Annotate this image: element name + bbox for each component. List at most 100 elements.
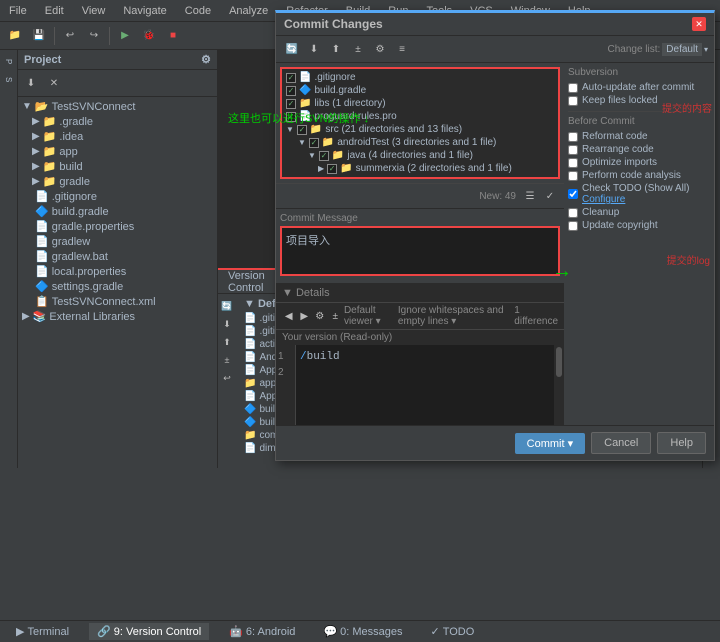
dialog-file-tree: ✓ 📄 .gitignore ✓ 🔷 build.gradle ✓ 📁 libs…: [280, 67, 560, 179]
dialog-settings-btn[interactable]: ⚙: [370, 39, 390, 59]
line-numbers: 1 2: [276, 345, 296, 425]
auto-update-checkbox[interactable]: [568, 83, 578, 93]
check-todo-label: Check TODO (Show All) Configure: [582, 183, 710, 205]
reformat-checkbox[interactable]: [568, 132, 578, 142]
df-libs-label: libs (1 directory): [314, 98, 385, 109]
dialog-left-section: ✓ 📄 .gitignore ✓ 🔷 build.gradle ✓ 📁 libs…: [276, 63, 564, 425]
option-copyright[interactable]: Update copyright: [568, 219, 710, 232]
dialog-footer: Commit ▾ Cancel Help: [276, 425, 714, 460]
option-optimize[interactable]: Optimize imports: [568, 156, 710, 169]
dialog-diff-btn[interactable]: ±: [348, 39, 368, 59]
df-androidtest-check[interactable]: ✓: [309, 138, 319, 148]
details-viewer-label[interactable]: Default viewer ▾: [344, 305, 392, 327]
df-gitignore-icon: 📄: [299, 72, 311, 83]
df-build-gradle-check[interactable]: ✓: [286, 86, 296, 96]
cleanup-label: Cleanup: [582, 207, 619, 218]
perform-analysis-checkbox[interactable]: [568, 171, 578, 181]
option-cleanup[interactable]: Cleanup: [568, 206, 710, 219]
df-androidtest-arrow: ▼: [298, 138, 306, 147]
commit-button[interactable]: Commit ▾: [515, 433, 585, 454]
code-slash: /: [300, 351, 307, 363]
df-src[interactable]: ▼ ✓ 📁 src (21 directories and 13 files): [282, 123, 558, 136]
diff-scrollbar-thumb: [556, 347, 562, 377]
new-count-label: New: 49: [479, 191, 520, 202]
commit-message-area: Commit Message: [276, 208, 564, 283]
df-proguard-label: proguard-rules.pro: [314, 111, 396, 122]
details-settings-btn[interactable]: ⚙: [313, 306, 326, 326]
dialog-sort-btn[interactable]: ≡: [392, 39, 412, 59]
dialog-overlay: Commit Changes ✕ 🔄 ⬇ ⬆ ± ⚙ ≡ Change list…: [0, 0, 720, 642]
df-summerxia-check[interactable]: ✓: [327, 164, 337, 174]
commit-dialog: Commit Changes ✕ 🔄 ⬇ ⬆ ± ⚙ ≡ Change list…: [275, 10, 715, 461]
change-list-value[interactable]: Default: [662, 43, 702, 56]
dialog-collapse-btn[interactable]: ⬆: [326, 39, 346, 59]
rearrange-label: Rearrange code: [582, 144, 654, 155]
details-content: 1 2 /build: [276, 345, 564, 425]
line-num-1: 1: [278, 349, 293, 365]
df-java-label: java (4 directories and 1 file): [347, 150, 473, 161]
option-rearrange[interactable]: Rearrange code: [568, 143, 710, 156]
code-content: /build: [300, 349, 340, 365]
change-list-label: Change list:: [607, 44, 660, 55]
new-count-row: New: 49 ☰ ✓: [276, 183, 564, 208]
df-java-icon: 📁: [332, 150, 344, 161]
df-java[interactable]: ▼ ✓ 📁 java (4 directories and 1 file): [282, 149, 558, 162]
df-src-check[interactable]: ✓: [297, 125, 307, 135]
reformat-label: Reformat code: [582, 131, 648, 142]
change-list-dropdown[interactable]: ▾: [704, 45, 708, 54]
df-build-gradle-label: build.gradle: [314, 85, 366, 96]
check-todo-checkbox[interactable]: [568, 189, 578, 199]
df-src-icon: 📁: [310, 124, 322, 135]
df-summerxia[interactable]: ▶ ✓ 📁 summerxia (2 directories and 1 fil…: [282, 162, 558, 175]
dialog-list-btn[interactable]: ☰: [520, 186, 540, 206]
dialog-check-btn[interactable]: ✓: [540, 186, 560, 206]
code-build: build: [307, 351, 340, 363]
dialog-close-btn[interactable]: ✕: [692, 17, 706, 31]
cancel-button[interactable]: Cancel: [591, 432, 651, 454]
line-num-2: 2: [278, 365, 293, 381]
configure-link[interactable]: Configure: [582, 194, 625, 205]
dialog-body: ✓ 📄 .gitignore ✓ 🔷 build.gradle ✓ 📁 libs…: [276, 63, 714, 425]
rearrange-checkbox[interactable]: [568, 145, 578, 155]
details-header: ▼ Details: [276, 284, 564, 302]
version-label-row: Your version (Read-only): [276, 330, 564, 345]
df-proguard[interactable]: ✓ 📄 proguard-rules.pro: [282, 110, 558, 123]
df-java-check[interactable]: ✓: [319, 151, 329, 161]
df-summerxia-label: summerxia (2 directories and 1 file): [356, 163, 512, 174]
option-auto-update[interactable]: Auto-update after commit: [568, 81, 710, 94]
option-perform-analysis[interactable]: Perform code analysis: [568, 169, 710, 182]
df-libs-icon: 📁: [299, 98, 311, 109]
df-androidtest[interactable]: ▼ ✓ 📁 androidTest (3 directories and 1 f…: [282, 136, 558, 149]
df-src-label: src (21 directories and 13 files): [325, 124, 462, 135]
dialog-title: Commit Changes: [284, 17, 383, 31]
df-libs[interactable]: ✓ 📁 libs (1 directory): [282, 97, 558, 110]
details-whitespace-label[interactable]: Ignore whitespaces and empty lines ▾: [398, 305, 510, 327]
commit-message-input[interactable]: [280, 226, 560, 276]
dialog-toolbar: 🔄 ⬇ ⬆ ± ⚙ ≡ Change list: Default ▾: [276, 36, 714, 63]
df-build-gradle[interactable]: ✓ 🔷 build.gradle: [282, 84, 558, 97]
df-gitignore-label: .gitignore: [314, 72, 355, 83]
details-diff-btn[interactable]: ±: [328, 306, 341, 326]
df-androidtest-icon: 📁: [322, 137, 334, 148]
details-arrow: ▼: [282, 287, 293, 299]
cleanup-checkbox[interactable]: [568, 208, 578, 218]
option-reformat[interactable]: Reformat code: [568, 130, 710, 143]
df-gitignore-check[interactable]: ✓: [286, 73, 296, 83]
df-proguard-check[interactable]: ✓: [286, 112, 296, 122]
df-libs-check[interactable]: ✓: [286, 99, 296, 109]
optimize-checkbox[interactable]: [568, 158, 578, 168]
keep-locked-checkbox[interactable]: [568, 96, 578, 106]
details-next-btn[interactable]: ▶: [297, 306, 310, 326]
df-gitignore[interactable]: ✓ 📄 .gitignore: [282, 71, 558, 84]
option-check-todo[interactable]: Check TODO (Show All) Configure: [568, 182, 710, 206]
df-src-arrow: ▼: [286, 125, 294, 134]
df-build-gradle-icon: 🔷: [299, 85, 311, 96]
df-androidtest-label: androidTest (3 directories and 1 file): [337, 137, 496, 148]
code-line-1: /build: [300, 349, 340, 365]
dialog-refresh-btn[interactable]: 🔄: [282, 39, 302, 59]
option-keep-locked[interactable]: Keep files locked: [568, 94, 710, 107]
details-prev-btn[interactable]: ◀: [282, 306, 295, 326]
help-button[interactable]: Help: [657, 432, 706, 454]
copyright-checkbox[interactable]: [568, 221, 578, 231]
dialog-expand-btn[interactable]: ⬇: [304, 39, 324, 59]
